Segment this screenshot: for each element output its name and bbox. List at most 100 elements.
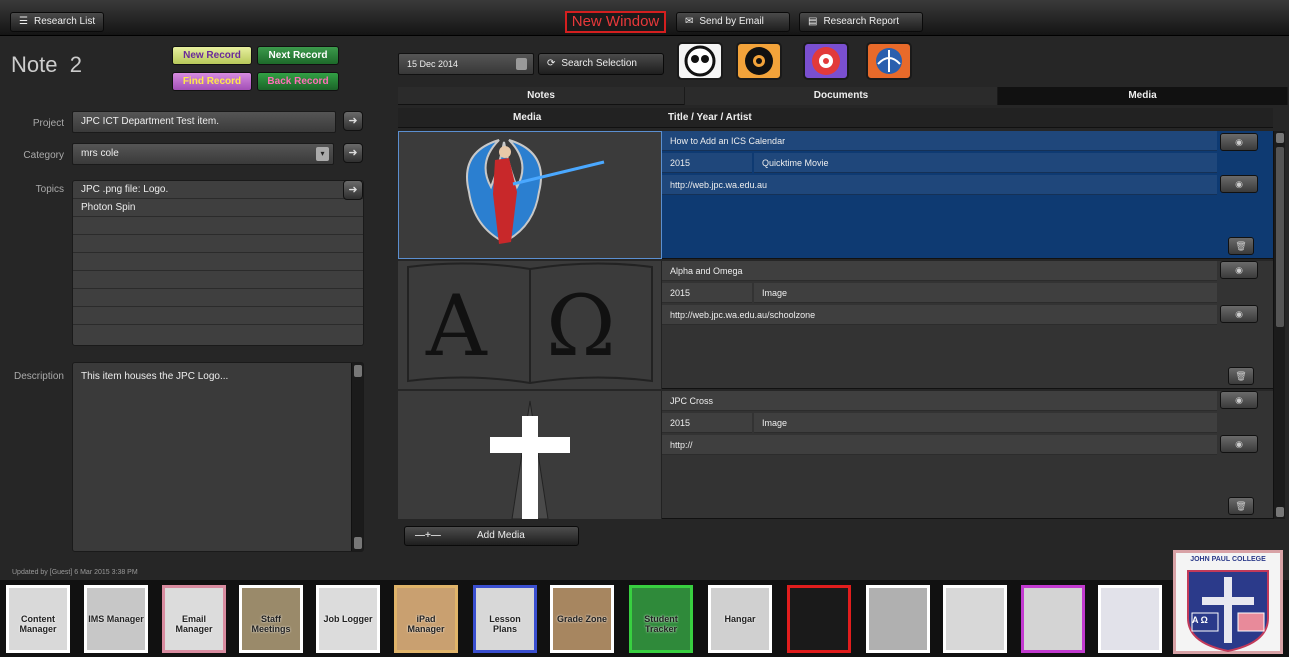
topic-row[interactable] [73, 271, 363, 289]
media-title[interactable]: Alpha and Omega [662, 261, 1217, 281]
page-title: Note 2 [11, 52, 82, 77]
project-go-icon[interactable]: ➜ [343, 111, 363, 131]
trash-icon[interactable]: 🗑 [1228, 497, 1254, 515]
link-go-icon[interactable]: ◉ [1220, 391, 1258, 409]
trash-icon[interactable]: 🗑 [1228, 237, 1254, 255]
dock-job-logger[interactable]: Job Logger [316, 585, 380, 653]
link-go-icon[interactable]: ◉ [1220, 133, 1258, 151]
new-record-button[interactable]: New Record [172, 46, 252, 65]
dock-hangar[interactable]: Hangar [708, 585, 772, 653]
media-thumbnail[interactable] [398, 391, 662, 519]
top-toolbar: ☰ Research List New Window ✉ Send by Email… [0, 0, 1289, 36]
find-record-button[interactable]: Find Record [172, 72, 252, 91]
search-selection-button[interactable]: ⟳ Search Selection [538, 53, 664, 75]
scroll-down-icon[interactable] [354, 537, 362, 549]
tab-notes[interactable]: Notes [398, 87, 685, 105]
refresh-icon: ⟳ [547, 58, 556, 69]
chevron-down-icon[interactable]: ▾ [316, 147, 329, 161]
scroll-up-icon[interactable] [354, 365, 362, 377]
category-dropdown[interactable]: mrs cole ▾ [72, 143, 334, 165]
media-row[interactable]: How to Add an ICS Calendar 2015 Quicktim… [398, 131, 1273, 259]
media-thumbnail[interactable] [398, 131, 662, 259]
url-go-icon[interactable]: ◉ [1220, 175, 1258, 193]
new-window-button[interactable]: New Window [565, 11, 666, 33]
scroll-down-icon[interactable] [1276, 507, 1284, 517]
jedi-order-emblem-icon[interactable] [866, 42, 912, 80]
media-type[interactable]: Image [754, 413, 1217, 433]
dock-grade-zone[interactable]: Grade Zone [550, 585, 614, 653]
topic-row[interactable]: Photon Spin [73, 199, 363, 217]
media-url[interactable]: http://web.jpc.wa.edu.au/schoolzone [662, 305, 1217, 325]
topic-row[interactable] [73, 217, 363, 235]
research-report-button[interactable]: ▤ Research Report [799, 12, 923, 32]
next-record-button[interactable]: Next Record [257, 46, 339, 65]
dock-millennium-falcon-app[interactable] [1021, 585, 1085, 653]
topic-row[interactable] [73, 307, 363, 325]
college-name: JOHN PAUL COLLEGE [1190, 556, 1266, 563]
dock-emperor-app[interactable] [943, 585, 1007, 653]
panel-tabs: Notes Documents Media [398, 87, 1288, 105]
media-type[interactable]: Quicktime Movie [754, 153, 1217, 173]
dock-starship-app[interactable] [1098, 585, 1162, 653]
tab-media[interactable]: Media [998, 87, 1288, 105]
media-row[interactable]: JPC Cross 2015 Image http:// ◉ ◉ 🗑 [398, 391, 1273, 519]
back-record-button[interactable]: Back Record [257, 72, 339, 91]
dock-staff-meetings[interactable]: Staff Meetings [239, 585, 303, 653]
url-go-icon[interactable]: ◉ [1220, 435, 1258, 453]
media-year[interactable]: 2015 [662, 153, 752, 173]
media-title[interactable]: JPC Cross [662, 391, 1217, 411]
dock-boba-fett-app[interactable] [866, 585, 930, 653]
dock-darth-vader-app[interactable] [787, 585, 851, 653]
red-emblem-icon[interactable] [803, 42, 849, 80]
category-label: Category [23, 150, 64, 161]
scroll-thumb[interactable] [1276, 147, 1284, 327]
plus-icon: —+— [415, 530, 441, 541]
media-title[interactable]: How to Add an ICS Calendar [662, 131, 1217, 151]
date-field[interactable]: 15 Dec 2014 [398, 53, 534, 75]
topic-row[interactable] [73, 289, 363, 307]
list-icon: ☰ [19, 16, 28, 27]
college-crest-icon[interactable]: JOHN PAUL COLLEGE A Ω [1173, 550, 1283, 654]
media-year[interactable]: 2015 [662, 283, 752, 303]
description-field[interactable]: This item houses the JPC Logo... [72, 362, 364, 552]
rebel-alliance-emblem-icon[interactable] [677, 42, 723, 80]
dock-student-tracker[interactable]: Student Tracker [629, 585, 693, 653]
galactic-empire-emblem-icon[interactable] [736, 42, 782, 80]
dock-lesson-plans[interactable]: Lesson Plans [473, 585, 537, 653]
category-go-icon[interactable]: ➜ [343, 143, 363, 163]
url-go-icon[interactable]: ◉ [1220, 305, 1258, 323]
research-list-button[interactable]: ☰ Research List [10, 12, 105, 32]
topics-go-icon[interactable]: ➜ [343, 180, 363, 200]
media-table-header: Media Title / Year / Artist [398, 108, 1273, 128]
alpha-glyph: A [426, 277, 487, 375]
send-by-email-button[interactable]: ✉ Send by Email [676, 12, 790, 32]
tab-documents[interactable]: Documents [685, 87, 998, 105]
media-row[interactable]: A Ω Alpha and Omega 2015 Image http://we… [398, 261, 1273, 389]
trash-icon[interactable]: 🗑 [1228, 367, 1254, 385]
envelope-icon: ✉ [685, 16, 694, 27]
media-url[interactable]: http:// [662, 435, 1217, 455]
dock-ims-manager[interactable]: IMS Manager [84, 585, 148, 653]
dock-ipad-manager[interactable]: iPad Manager [394, 585, 458, 653]
topics-label: Topics [35, 184, 64, 195]
dock-email-manager[interactable]: Email Manager [162, 585, 226, 653]
calendar-icon[interactable] [516, 58, 527, 70]
project-field[interactable]: JPC ICT Department Test item. [72, 111, 336, 133]
description-scrollbar[interactable] [351, 363, 363, 551]
link-go-icon[interactable]: ◉ [1220, 261, 1258, 279]
media-year[interactable]: 2015 [662, 413, 752, 433]
app-dock: Content Manager IMS Manager Email Manage… [0, 580, 1289, 657]
media-scrollbar[interactable] [1273, 131, 1285, 519]
jedi-rebel-logo-icon [466, 139, 605, 244]
media-thumbnail[interactable]: A Ω [398, 261, 662, 389]
topic-row[interactable]: JPC .png file: Logo. [73, 181, 363, 199]
scroll-up-icon[interactable] [1276, 133, 1284, 143]
topic-row[interactable] [73, 253, 363, 271]
topic-row[interactable] [73, 235, 363, 253]
add-media-button[interactable]: —+— Add Media [404, 526, 579, 546]
crest-shield-icon [1187, 570, 1269, 653]
media-type[interactable]: Image [754, 283, 1217, 303]
dock-content-manager[interactable]: Content Manager [6, 585, 70, 653]
omega-glyph: Ω [546, 277, 616, 375]
media-url[interactable]: http://web.jpc.wa.edu.au [662, 175, 1217, 195]
